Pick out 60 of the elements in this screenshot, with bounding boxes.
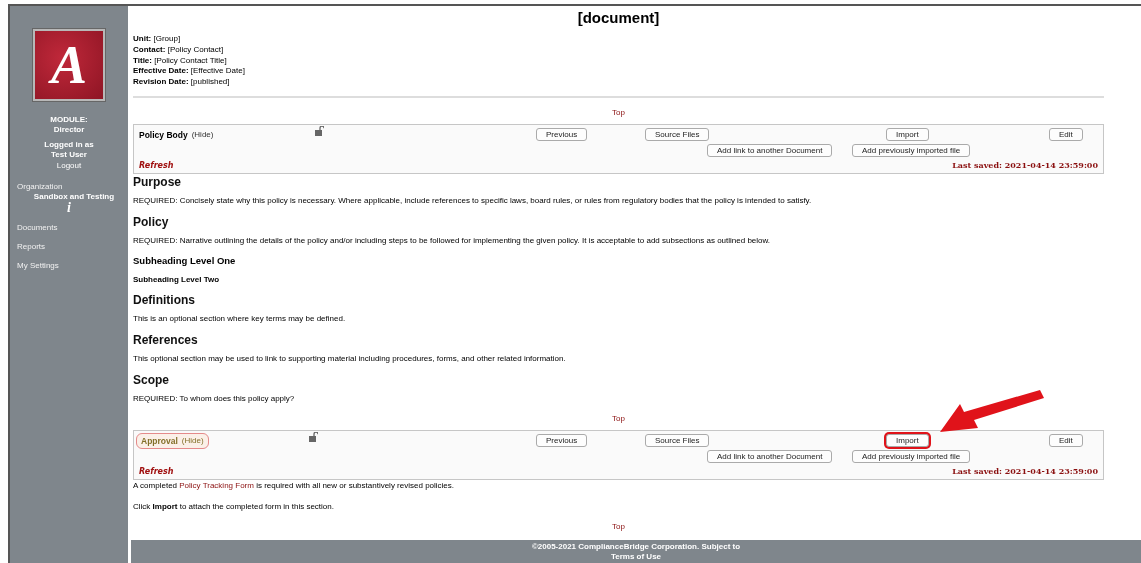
paragraph: A completed Policy Tracking Form is required with all new or substantively revised policies. (133, 481, 456, 491)
section-title: Policy Body (Hide) (139, 130, 215, 140)
panel-button[interactable]: Import (886, 434, 929, 448)
panel-button[interactable]: Previous (536, 128, 588, 142)
hide-link[interactable]: (Hide) (191, 130, 214, 140)
section-heading: Definitions (133, 292, 196, 308)
top-link[interactable]: Top (612, 414, 625, 423)
last-saved-text: Last saved: 2021-04-14 23:59:00 (952, 466, 1098, 477)
panel-button[interactable]: Add link to another Document (707, 144, 833, 158)
nav-link[interactable]: Documents (17, 223, 58, 233)
document-title: [document] (576, 9, 661, 27)
panel-button[interactable]: Add previously imported file (852, 450, 971, 464)
last-saved-text: Last saved: 2021-04-14 23:59:00 (952, 160, 1098, 171)
logo: A (33, 29, 105, 101)
section-heading: References (133, 332, 199, 348)
top-link[interactable]: Top (612, 522, 625, 531)
logged-in-label: Logged in as (44, 140, 94, 150)
section-title: Approval (Hide) (136, 433, 209, 449)
info-icon[interactable]: i (67, 202, 71, 214)
subheading: Subheading Level Two (133, 274, 221, 286)
panel-button[interactable]: Edit (1049, 128, 1083, 142)
panel-button[interactable]: Add previously imported file (852, 144, 971, 158)
copyright-text: ©2005-2021 ComplianceBridge Corporation. Subject to (531, 541, 741, 552)
unlocked-padlock-icon[interactable] (315, 126, 324, 137)
section-heading: Scope (133, 372, 170, 388)
nav-link[interactable]: My Settings (17, 261, 59, 271)
top-link[interactable]: Top (612, 108, 625, 117)
meta-line: Effective Date: [Effective Date] (133, 66, 246, 78)
panel-button[interactable]: Source Files (645, 128, 710, 142)
hide-link[interactable]: (Hide) (181, 436, 204, 446)
logout-link[interactable]: Logout (56, 161, 82, 171)
user-name: Test User (51, 150, 87, 160)
paragraph: REQUIRED: To whom does this policy apply? (133, 394, 296, 404)
meta-line: Contact: [Policy Contact] (133, 44, 225, 56)
section-heading: Policy (133, 214, 170, 230)
paragraph: REQUIRED: Concisely state why this policy is necessary. Where applicable, include references to specific laws, board rules, or rules from regulatory bodies that the policy is intended to satisfy. (133, 196, 813, 206)
subheading: Subheading Level One (133, 254, 237, 267)
paragraph: This optional section may be used to link to supporting material including procedures, forms, and other related information. (133, 354, 567, 364)
panel-button[interactable]: Previous (536, 434, 588, 448)
nav-link[interactable]: Reports (17, 242, 45, 252)
meta-line: Unit: [Group] (133, 34, 182, 45)
meta-line: Title: [Policy Contact Title] (133, 55, 228, 67)
paragraph: This is an optional section where key terms may be defined. (133, 314, 347, 324)
organization-name: Sandbox and Testing (33, 192, 115, 202)
module-label: MODULE: (50, 115, 88, 125)
module-name: Director (53, 125, 85, 135)
refresh-link[interactable]: Refresh (139, 467, 174, 476)
panel-button[interactable]: Source Files (645, 434, 710, 448)
policy-form-link[interactable]: Policy Tracking Form (179, 481, 254, 490)
terms-link[interactable]: Terms of Use (610, 551, 662, 562)
nav-link[interactable]: Organization (17, 182, 63, 192)
unlocked-padlock-icon[interactable] (308, 432, 318, 443)
section-heading: Purpose (133, 174, 182, 190)
panel-button[interactable]: Add link to another Document (707, 450, 833, 464)
paragraph: Click Import to attach the completed form in this section. (133, 502, 335, 512)
meta-line: Revision Date: [published] (133, 77, 231, 88)
paragraph: REQUIRED: Narrative outlining the details of the policy and/or including steps to be followed for implementing the given policy. It is acceptable to add subsections as outlined below. (133, 236, 772, 246)
panel-button[interactable]: Edit (1049, 434, 1083, 448)
panel-button[interactable]: Import (886, 128, 929, 142)
refresh-link[interactable]: Refresh (139, 161, 174, 170)
